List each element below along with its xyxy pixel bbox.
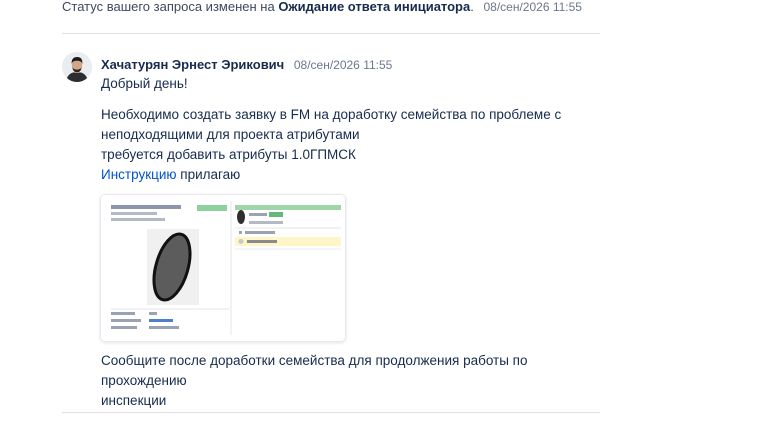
status-change-suffix: . [470, 0, 474, 14]
divider [62, 33, 600, 34]
status-change-entry: Статус вашего запроса изменен на Ожидани… [62, 0, 582, 14]
divider [62, 412, 600, 413]
avatar[interactable] [62, 52, 92, 82]
comment-closing-line: инспекции [101, 393, 167, 408]
status-change-prefix: Статус вашего запроса изменен на [62, 0, 275, 14]
comment-line: неподходящими для проекта атрибутами [101, 127, 360, 142]
comment-body: Добрый день! Необходимо создать заявку в… [101, 74, 611, 411]
instruction-suffix: прилагаю [176, 167, 241, 182]
comment-author[interactable]: Хачатурян Эрнест Эрикович [101, 57, 284, 72]
status-change-timestamp: 08/сен/2026 11:55 [483, 0, 582, 14]
status-change-value: Ожидание ответа инициатора [278, 0, 471, 14]
attachment-thumbnail[interactable] [101, 195, 345, 341]
comment-timestamp[interactable]: 08/сен/2026 11:55 [294, 58, 392, 72]
activity-feed: Статус вашего запроса изменен на Ожидани… [0, 0, 768, 439]
comment-line: требуется добавить атрибуты 1.0ГПМСК [101, 147, 356, 162]
instruction-link[interactable]: Инструкцию [101, 167, 177, 182]
comment-line: Необходимо создать заявку в FM на дорабо… [101, 107, 562, 122]
comment-greeting: Добрый день! [101, 76, 188, 91]
comment-closing-line: Сообщите после доработки семейства для п… [101, 353, 528, 388]
user-avatar-icon [62, 52, 92, 82]
comment-header: Хачатурян Эрнест Эрикович 08/сен/2026 11… [101, 57, 392, 73]
attachment-preview-image-icon [101, 195, 345, 341]
comment-instruction-line: Инструкцию прилагаю [101, 165, 611, 185]
